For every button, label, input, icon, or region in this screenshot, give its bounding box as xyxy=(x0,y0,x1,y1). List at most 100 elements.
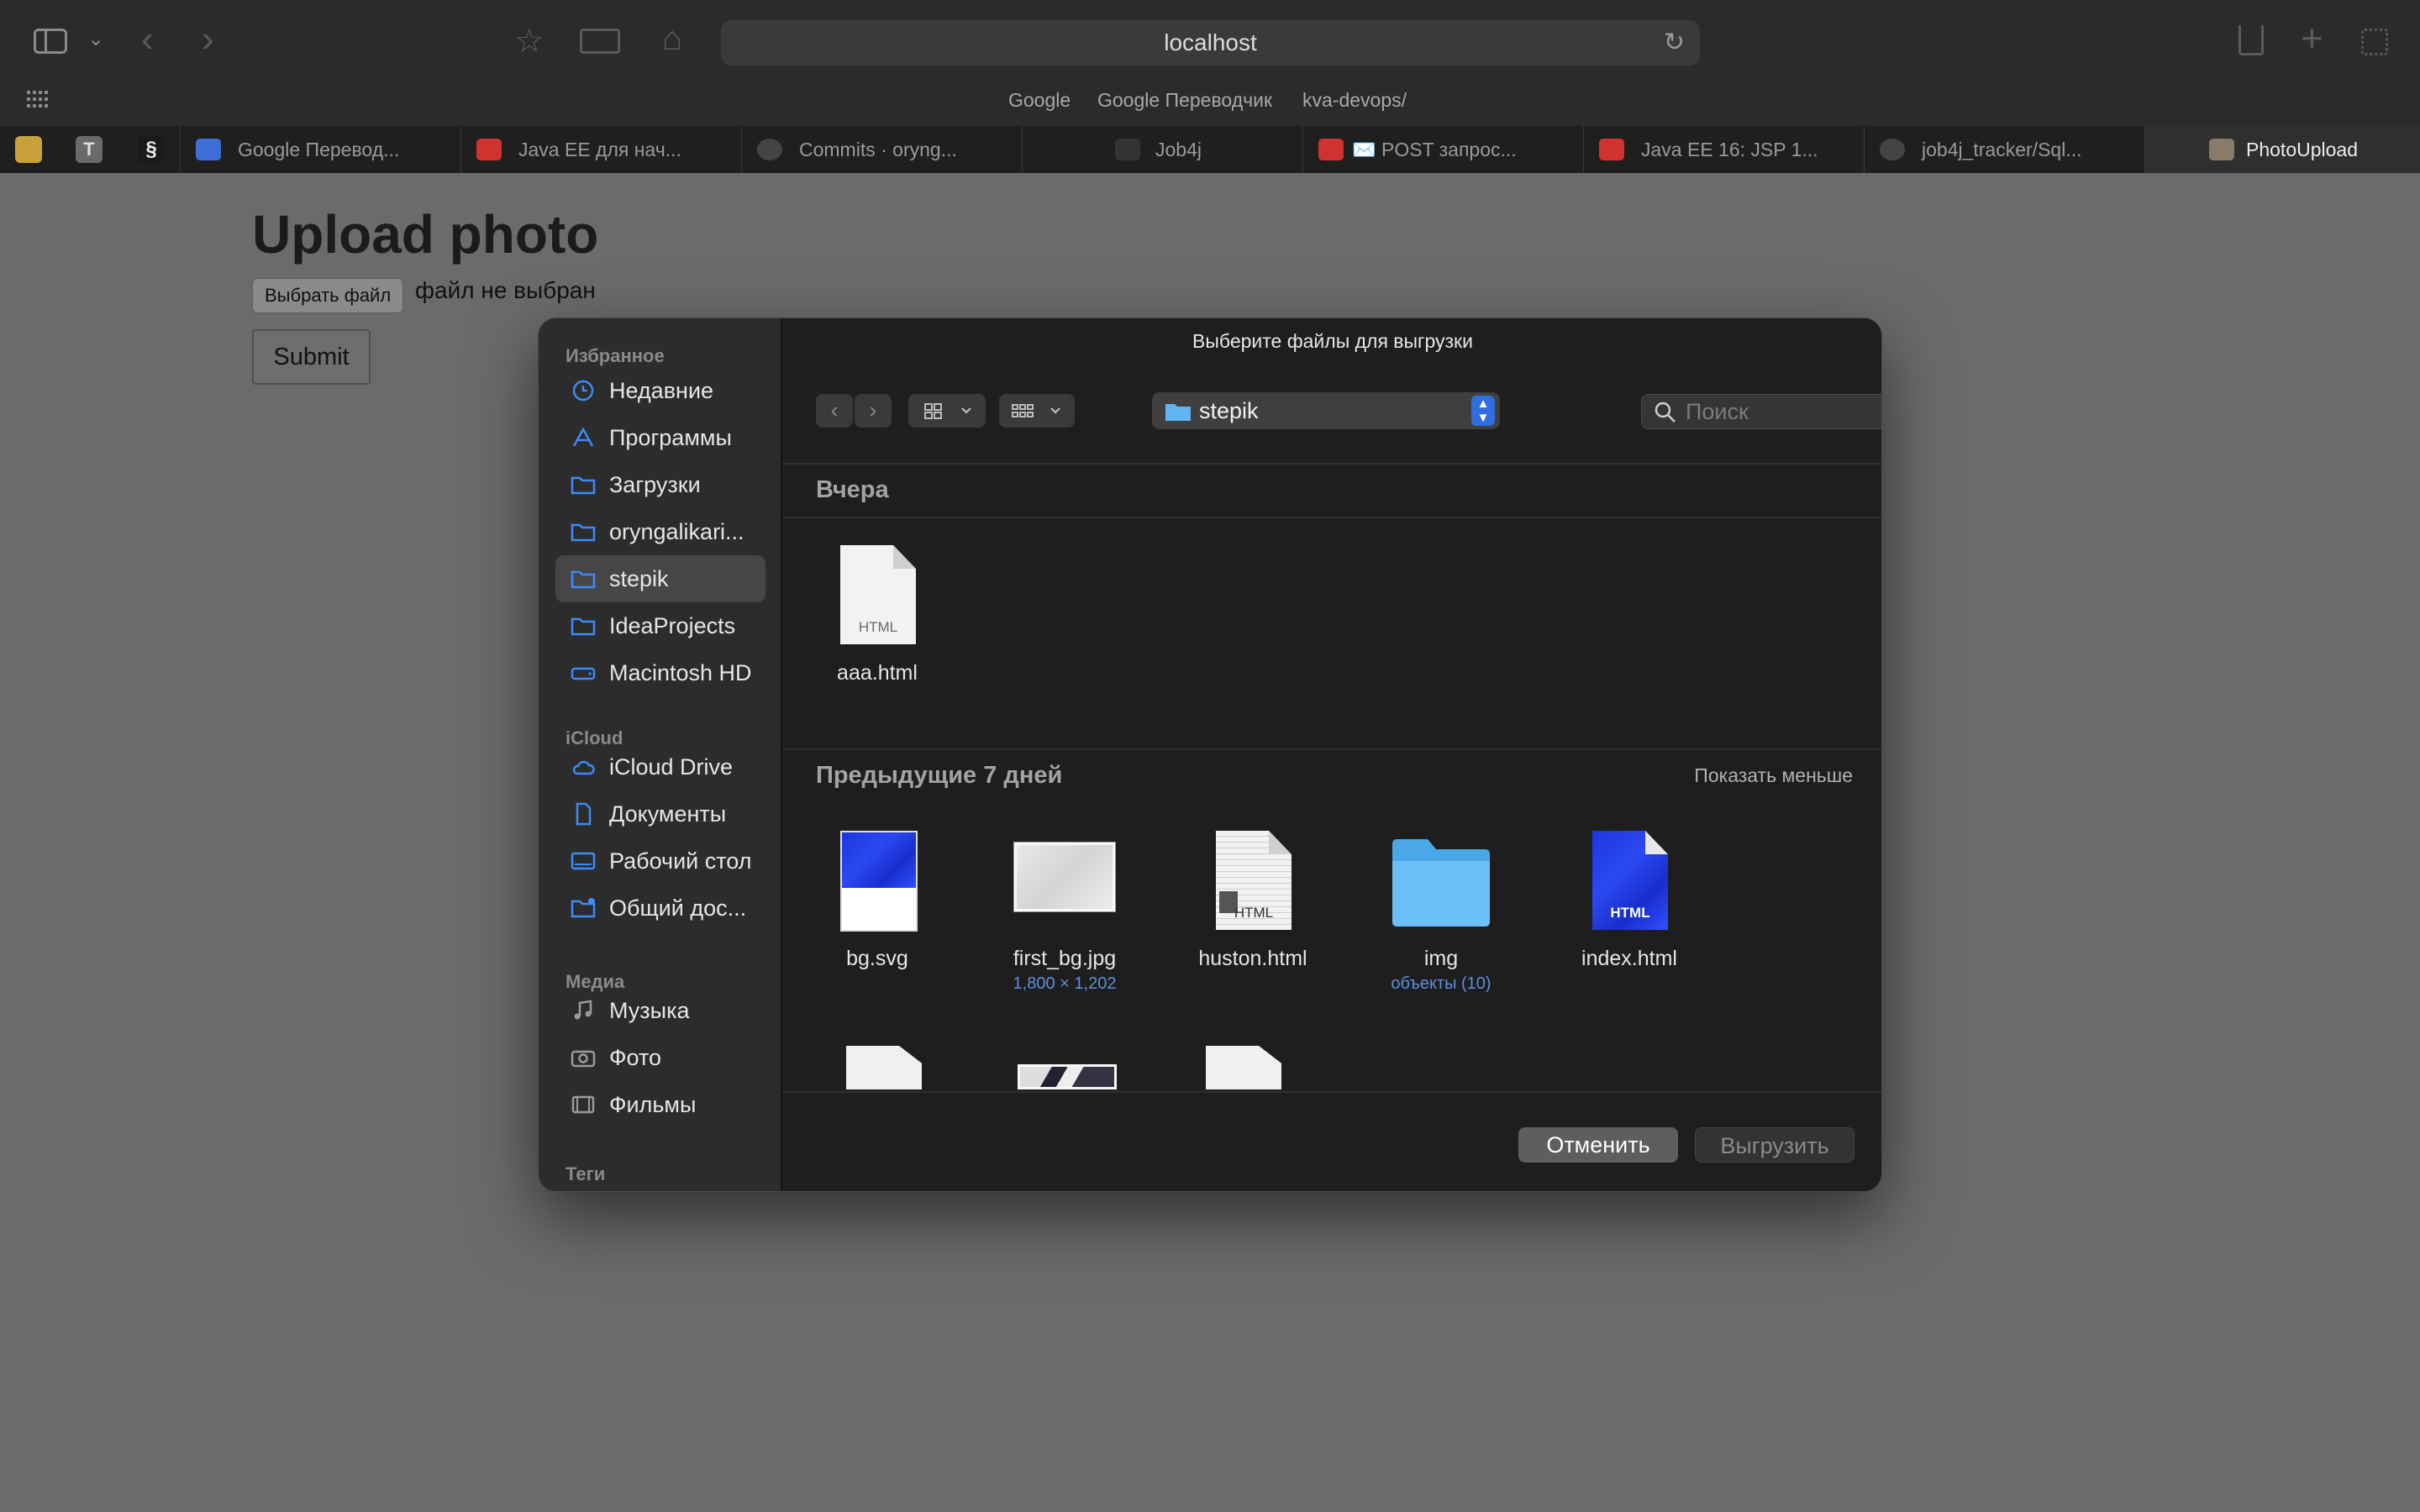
favorite-link-translate[interactable]: Google Переводчик xyxy=(1097,89,1272,112)
blue-pattern-thumbnail xyxy=(840,831,918,932)
github-icon xyxy=(757,139,782,160)
html-file-icon: HTML xyxy=(1202,831,1303,935)
sidebar-item-label: Музыка xyxy=(609,998,690,1023)
film-icon xyxy=(571,1095,595,1114)
submit-button[interactable]: Submit xyxy=(252,329,371,385)
sidebar-item-label: stepik xyxy=(609,566,669,591)
new-tab-icon[interactable]: + xyxy=(2301,15,2323,60)
music-icon xyxy=(574,1000,592,1020)
cancel-button[interactable]: Отменить xyxy=(1518,1127,1678,1163)
partial-file-thumbnail[interactable] xyxy=(846,1046,922,1089)
sidebar-item-shared[interactable]: Общий дос... xyxy=(555,885,765,932)
group-header-yesterday: Вчера xyxy=(816,476,889,503)
sidebar-item-downloads[interactable]: Загрузки xyxy=(555,461,765,508)
dialog-title: Выберите файлы для выгрузки xyxy=(1192,330,1473,352)
partial-image-thumbnail[interactable] xyxy=(1018,1064,1117,1089)
dialog-sidebar: Избранное Недавние Программы Загрузки or… xyxy=(539,318,782,1191)
sidebar-item-label: Рабочий стол xyxy=(609,848,752,874)
sidebar-item-desktop[interactable]: Рабочий стол xyxy=(555,837,765,885)
photo-icon xyxy=(2209,139,2234,160)
document-icon xyxy=(576,802,592,826)
sidebar-item-label: iCloud Drive xyxy=(609,754,734,780)
tab-label: Java EE 16: JSP 1... xyxy=(1641,139,1818,160)
folder-icon xyxy=(1391,831,1491,935)
sidebar-item-music[interactable]: Музыка xyxy=(555,987,765,1034)
tab-overview-icon[interactable] xyxy=(2361,29,2388,55)
sidebar-item-documents[interactable]: Документы xyxy=(555,790,765,837)
sidebar-item-home[interactable]: oryngalikari... xyxy=(555,508,765,555)
search-box[interactable] xyxy=(1641,394,1881,429)
sidebar-item-icloud-drive[interactable]: iCloud Drive xyxy=(555,743,765,790)
file-item-huston-html[interactable]: HTML huston.html xyxy=(1173,831,1333,971)
pinned-tab-bulb-icon[interactable] xyxy=(15,136,42,163)
file-item-img-folder[interactable]: img объекты (10) xyxy=(1361,831,1521,994)
home-icon[interactable]: ⌂ xyxy=(662,20,682,58)
tab-google-translate[interactable]: Google Перевод... xyxy=(180,126,460,173)
location-popup-button[interactable]: stepik ▲ ▼ xyxy=(1152,392,1500,429)
document-fold xyxy=(1269,831,1292,854)
pinned-tab-s-icon[interactable]: § xyxy=(138,136,165,163)
reload-icon[interactable]: ↻ xyxy=(1664,20,1685,66)
forward-arrow-icon[interactable]: › xyxy=(202,18,214,60)
sidebar-item-label: Macintosh HD xyxy=(609,660,752,685)
group-view-button[interactable] xyxy=(999,394,1075,428)
sidebar-toggle-icon[interactable] xyxy=(34,29,67,54)
image-thumbnail xyxy=(1014,831,1115,935)
back-button[interactable]: ‹ xyxy=(816,394,853,428)
tab-java-ee[interactable]: Java EE для нач... xyxy=(460,126,741,173)
tab-java-ee-16[interactable]: Java EE 16: JSP 1... xyxy=(1583,126,1864,173)
show-less-link[interactable]: Показать меньше xyxy=(1694,764,1853,787)
tab-job4j-tracker[interactable]: job4j_tracker/Sql... xyxy=(1864,126,2144,173)
choose-file-button[interactable]: Выбрать файл xyxy=(252,278,404,313)
no-file-status: файл не выбран xyxy=(415,277,596,303)
file-name: img xyxy=(1423,947,1459,970)
reading-list-icon[interactable] xyxy=(580,29,620,54)
sidebar-item-macintosh-hd[interactable]: Macintosh HD xyxy=(555,649,765,696)
folder-icon xyxy=(571,523,596,542)
youtube-icon xyxy=(1318,139,1344,160)
sidebar-item-stepik[interactable]: stepik xyxy=(555,555,765,602)
sidebar-item-movies[interactable]: Фильмы xyxy=(555,1081,765,1128)
tab-post-request[interactable]: ✉️ POST запрос... xyxy=(1302,126,1583,173)
file-name: index.html xyxy=(1581,947,1677,970)
icon-view-button[interactable] xyxy=(908,394,986,428)
partial-file-thumbnail[interactable] xyxy=(1206,1046,1281,1089)
footer-divider xyxy=(782,1091,1881,1093)
cloud-icon xyxy=(572,760,595,775)
tab-commits[interactable]: Commits · oryng... xyxy=(741,126,1022,173)
address-bar[interactable]: localhost ↻ xyxy=(721,20,1700,66)
chevron-down-icon[interactable]: ⌄ xyxy=(87,27,104,51)
apps-grid-icon[interactable] xyxy=(27,91,49,108)
forward-button[interactable]: › xyxy=(855,394,892,428)
tab-job4j[interactable]: Job4j xyxy=(1022,126,1302,173)
html-file-icon: HTML xyxy=(827,545,928,649)
sidebar-item-applications[interactable]: Программы xyxy=(555,414,765,461)
file-item-first-bg-jpg[interactable]: first_bg.jpg 1,800 × 1,202 xyxy=(985,831,1144,994)
share-icon[interactable] xyxy=(2238,25,2264,55)
group-header-previous-7-days: Предыдущие 7 дней xyxy=(816,762,1063,789)
star-icon[interactable]: ☆ xyxy=(514,22,544,60)
upload-button[interactable]: Выгрузить xyxy=(1695,1127,1854,1163)
file-upload-dialog: Избранное Недавние Программы Загрузки or… xyxy=(538,318,1882,1192)
tab-photo-upload[interactable]: PhotoUpload xyxy=(2144,126,2420,173)
toolbar-divider xyxy=(782,463,1881,465)
tab-label: ✉️ POST запрос... xyxy=(1352,139,1517,160)
favorite-link-kva-devops[interactable]: kva-devops/ xyxy=(1302,89,1407,112)
youtube-icon xyxy=(476,139,502,160)
favorites-section-header: Избранное xyxy=(566,345,665,366)
sidebar-item-photos[interactable]: Фото xyxy=(555,1034,765,1081)
file-name: huston.html xyxy=(1198,947,1307,970)
sidebar-item-recents[interactable]: Недавние xyxy=(555,367,765,414)
browser-toolbar: ⌄ ‹ › ☆ ⌂ localhost ↻ + xyxy=(0,0,2420,84)
tab-label: Commits · oryng... xyxy=(799,139,957,160)
pinned-tab-t-icon[interactable]: T xyxy=(76,136,103,163)
file-item-aaa-html[interactable]: HTML aaa.html xyxy=(797,545,957,685)
desktop-icon xyxy=(571,852,596,870)
favorite-link-google[interactable]: Google xyxy=(1008,89,1071,112)
sidebar-item-ideaprojects[interactable]: IdeaProjects xyxy=(555,602,765,649)
sidebar-item-label: oryngalikari... xyxy=(609,519,744,544)
file-item-index-html[interactable]: HTML index.html xyxy=(1549,831,1709,971)
back-arrow-icon[interactable]: ‹ xyxy=(141,18,154,60)
file-item-bg-svg[interactable]: bg.svg xyxy=(797,831,957,971)
search-input[interactable] xyxy=(1686,397,1881,426)
